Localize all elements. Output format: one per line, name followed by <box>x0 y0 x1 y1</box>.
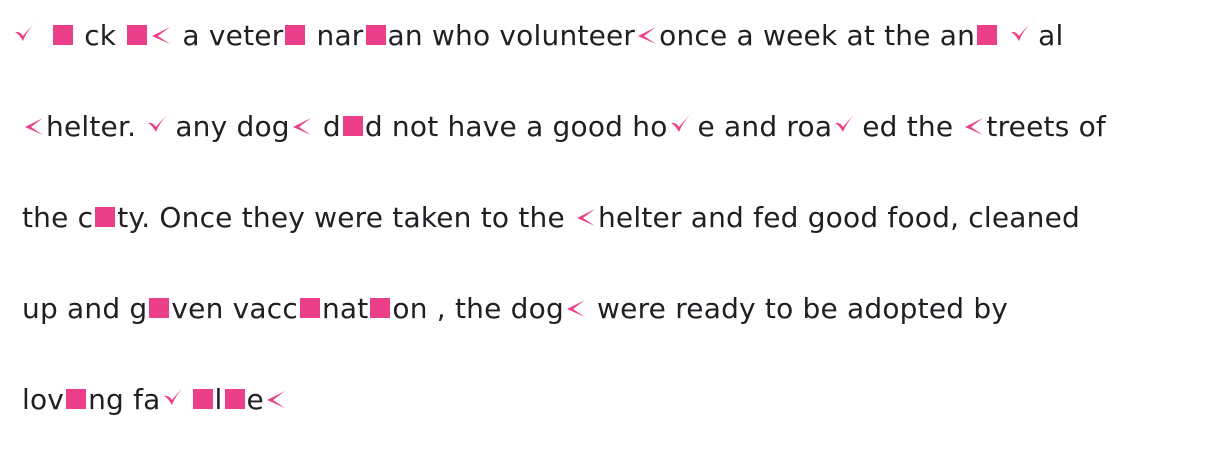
square-glyph-icon <box>285 25 306 45</box>
text-fragment: d <box>313 110 341 143</box>
text-line-5: lov ng fa l e <box>22 378 288 422</box>
text-fragment: ed the <box>862 110 963 143</box>
square-glyph-icon <box>95 207 116 227</box>
square-glyph-icon <box>66 389 87 409</box>
text-fragment: l <box>214 383 223 416</box>
square-glyph-icon <box>299 298 320 318</box>
check-mark-icon <box>145 107 175 137</box>
text-line-1: ck a veter nar an who volunteer once a wee… <box>12 14 1064 58</box>
document-page: ck a veter nar an who volunteer once a wee… <box>0 0 1211 458</box>
square-glyph-icon <box>342 116 363 136</box>
text-fragment: were ready to be adopted by <box>587 292 1009 325</box>
square-glyph-icon <box>365 25 386 45</box>
check-mark-icon <box>12 16 42 46</box>
text-fragment: a veter <box>173 19 284 52</box>
text-fragment: ck <box>75 19 126 52</box>
arrowhead-icon <box>23 115 45 137</box>
arrowhead-icon <box>150 24 172 46</box>
arrowhead-icon <box>575 206 597 228</box>
text-fragment: nat <box>321 292 369 325</box>
check-mark-icon <box>668 107 698 137</box>
check-mark-icon <box>832 107 862 137</box>
square-glyph-icon <box>149 298 170 318</box>
text-fragment <box>42 19 51 52</box>
check-mark-icon <box>1008 16 1038 46</box>
text-line-4: up and g ven vacc nat on , the dog were rea… <box>22 287 1008 331</box>
text-fragment: e <box>246 383 264 416</box>
arrowhead-icon <box>963 115 985 137</box>
square-glyph-icon <box>977 25 998 45</box>
arrowhead-icon <box>565 297 587 319</box>
square-glyph-icon <box>53 25 74 45</box>
text-fragment: ng fa <box>88 383 161 416</box>
text-fragment: up and g <box>22 292 148 325</box>
text-fragment: helter and fed good food, cleaned <box>597 201 1080 234</box>
text-fragment: the c <box>22 201 94 234</box>
square-glyph-icon <box>127 25 148 45</box>
arrowhead-icon <box>636 24 658 46</box>
text-fragment <box>999 19 1008 52</box>
text-fragment: e and roa <box>697 110 833 143</box>
text-fragment: once a week at the an <box>659 19 976 52</box>
text-line-2: helter. any dog d d not have a good ho e a… <box>22 105 1106 149</box>
text-fragment: lov <box>22 383 65 416</box>
text-fragment: an who volunteer <box>387 19 636 52</box>
text-fragment: on , the dog <box>392 292 564 325</box>
text-fragment: al <box>1038 19 1064 52</box>
square-glyph-icon <box>224 389 245 409</box>
text-fragment: helter. <box>46 110 146 143</box>
text-fragment: ty. Once they were taken to the <box>117 201 574 234</box>
text-fragment: d not have a good ho <box>364 110 668 143</box>
square-glyph-icon <box>192 389 213 409</box>
text-fragment: any dog <box>175 110 290 143</box>
check-mark-icon <box>161 380 191 410</box>
arrowhead-icon <box>265 388 287 410</box>
text-line-3: the c ty. Once they were taken to the hel… <box>22 196 1080 240</box>
square-glyph-icon <box>370 298 391 318</box>
arrowhead-icon <box>291 115 313 137</box>
text-fragment: ven vacc <box>171 292 298 325</box>
text-fragment: nar <box>307 19 364 52</box>
text-fragment: treets of <box>986 110 1106 143</box>
